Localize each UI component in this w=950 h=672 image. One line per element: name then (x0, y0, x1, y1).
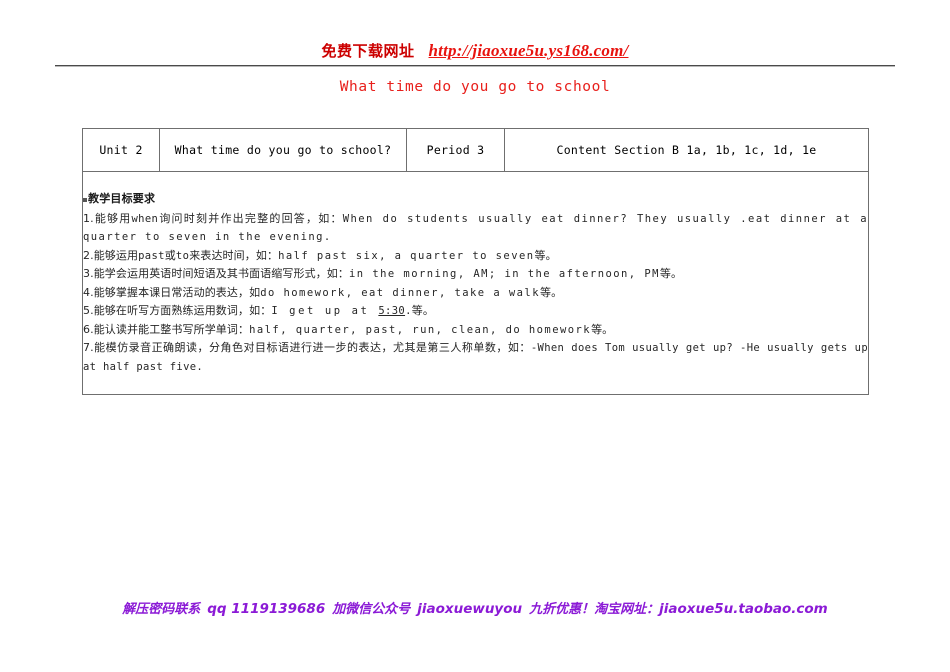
objective-cn-a: 能学会运用英语时间短语及其书面语缩写形式，如： (93, 267, 350, 281)
objective-cn-b: 等。 (591, 322, 614, 336)
objective-cn-b: 等。 (659, 267, 683, 281)
cell-topic: What time do you go to school? (159, 128, 407, 172)
header-divider-rule (55, 65, 895, 67)
objective-en-a: do homework, eat dinner, take a walk (260, 286, 540, 299)
table-body-row: 教学目标要求 1.能够用when询问时刻并作出完整的回答，如：When do s… (82, 171, 869, 395)
page-title: What time do you go to school (339, 79, 611, 95)
lesson-plan-table: Unit 2 What time do you go to school? Pe… (82, 128, 869, 395)
objective-en-a: half, quarter, past, run, clean, do home… (249, 323, 592, 336)
objective-index: 7. (83, 341, 94, 355)
objective-cn-b: 等。 (411, 304, 434, 318)
footer-part5: 九折优惠！淘宝网址： (529, 602, 660, 617)
objective-index: 6. (83, 322, 94, 336)
objective-cn-b: 询问时刻并作出完整的回答，如： (158, 211, 343, 225)
objective-cn-a: 能够用 (93, 211, 132, 225)
cell-teaching-objectives: 教学目标要求 1.能够用when询问时刻并作出完整的回答，如：When do s… (82, 171, 869, 395)
objective-index: 3. (83, 267, 94, 281)
footer-taobao-url: jiaoxue5u.taobao.com (659, 601, 828, 617)
objective-cn-b: 或 (164, 248, 176, 262)
objective-en-b: . (405, 305, 412, 318)
document-page: 免费下载网址 http://jiaoxue5u.ys168.com/ What t… (0, 0, 950, 672)
objective-cn-a: 能够在听写方面熟练运用数词，如： (93, 304, 272, 318)
table-header-row: Unit 2 What time do you go to school? Pe… (82, 128, 869, 172)
objective-en-underlined: 5:30 (378, 305, 406, 318)
objective-en-c: half past six, a quarter to seven (278, 249, 535, 262)
objective-en-a: past (138, 249, 165, 262)
banner-label-cn: 免费下载网址 (321, 42, 415, 60)
objective-index: 4. (83, 285, 94, 299)
objective-en-b: to (175, 249, 190, 262)
objective-en-a: in the morning, AM; in the afternoon, PM (349, 268, 660, 281)
objective-item: 5.能够在听写方面熟练运用数词，如：I get up at 5:30.等。 (83, 302, 868, 321)
banner-download-url[interactable]: http://jiaoxue5u.ys168.com/ (429, 41, 629, 60)
footer-contact-bar: 解压密码联系 qq 1119139686 加微信公众号 jiaoxuewuyou 九折优… (0, 598, 950, 618)
cell-period: Period 3 (406, 128, 505, 172)
objective-cn-c: 来表达时间，如： (189, 248, 279, 262)
objective-item: 3.能学会运用英语时间短语及其书面语缩写形式，如：in the morning,… (83, 265, 868, 284)
footer-part3: 加微信公众号 (332, 602, 411, 617)
objective-item: 4.能够掌握本课日常活动的表达，如do homework, eat dinner… (83, 284, 868, 303)
objective-cn-a: 能认读并能工整书写所学单词： (93, 322, 250, 336)
objective-en-a: when (131, 212, 159, 225)
objective-en-a: I get up at (271, 305, 379, 318)
footer-qq: qq 1119139686 (207, 601, 326, 617)
objective-index: 2. (83, 248, 94, 262)
cell-unit: Unit 2 (82, 128, 160, 172)
objectives-heading: 教学目标要求 (83, 190, 868, 206)
objective-index: 5. (83, 304, 94, 318)
objective-item: 7.能模仿录音正确朗读，分角色对目标语进行进一步的表达，尤其是第三人称单数，如：… (83, 339, 868, 376)
footer-wechat-account: jiaoxuewuyou (417, 601, 523, 617)
objective-item: 6.能认读并能工整书写所学单词：half, quarter, past, run… (83, 321, 868, 340)
footer-part1: 解压密码联系 (122, 602, 201, 617)
objective-index: 1. (83, 211, 94, 225)
objective-cn-a: 能够掌握本课日常活动的表达，如 (93, 285, 261, 299)
download-banner: 免费下载网址 http://jiaoxue5u.ys168.com/ (0, 40, 950, 61)
objective-cn-d: 等。 (534, 248, 557, 262)
cell-content: Content Section B 1a, 1b, 1c, 1d, 1e (504, 128, 869, 172)
objective-cn-b: 等。 (539, 285, 563, 299)
objective-cn-a: 能够运用 (93, 248, 139, 262)
objective-cn-a: 能模仿录音正确朗读，分角色对目标语进行进一步的表达，尤其是第三人称单数，如： (93, 341, 531, 355)
objective-item: 1.能够用when询问时刻并作出完整的回答，如：When do students… (83, 210, 868, 247)
objective-item: 2.能够运用past或to来表达时间，如：half past six, a qu… (83, 247, 868, 266)
